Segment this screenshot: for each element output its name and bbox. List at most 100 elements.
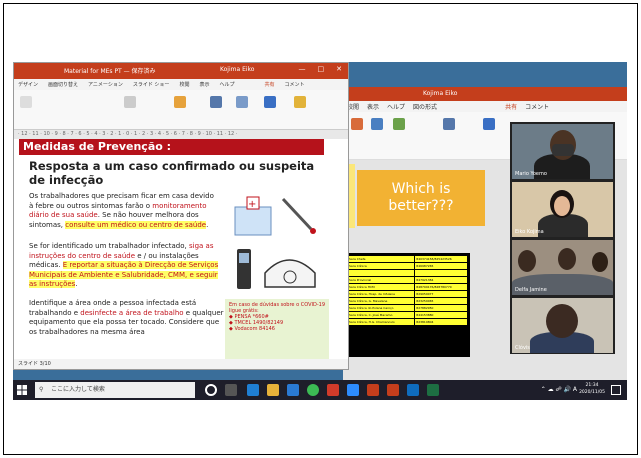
close-icon[interactable]: ✕ [336, 65, 342, 73]
editing-icon[interactable] [236, 96, 248, 108]
participant-face [554, 196, 570, 216]
contact-phone: 829059077 [414, 290, 468, 298]
search-icon[interactable] [443, 118, 455, 130]
contact-name: Sara Clínica HCM [346, 283, 416, 291]
designer-icon[interactable] [294, 96, 306, 108]
status-bar: スライド 3/10 [14, 359, 348, 369]
search-icon: ⚲ [39, 386, 44, 393]
contact-name: Sara Chefe [346, 255, 416, 263]
contact-row: Sara Clínica do Polana Caniço 827882950 [346, 304, 468, 312]
contact-phone: 846987265 [414, 262, 468, 270]
participant-head [546, 304, 578, 338]
ribbon-tabs-back: 校閲 表示 ヘルプ 図の形式 共有 コメント [343, 101, 627, 112]
shapes-icon[interactable] [174, 96, 186, 108]
paragraph-3: Identifique a área onde a pessoa infecta… [29, 299, 224, 336]
tab-design[interactable]: デザイン [18, 81, 38, 88]
bold-icon[interactable] [20, 96, 32, 108]
hotline-title: Em caso de dúvidas sobre o COVID-19 ligu… [229, 302, 325, 314]
new-slide-icon[interactable] [351, 118, 363, 130]
contact-name: Sara Clínica [346, 262, 416, 270]
slide-canvas[interactable]: Medidas de Prevenção : Resposta a um cas… [19, 139, 341, 364]
tab-help[interactable]: ヘルプ [219, 81, 234, 88]
shapes-icon[interactable] [393, 118, 405, 130]
participant-tile[interactable]: Delfa Jamine [512, 240, 613, 295]
task-view-icon[interactable] [225, 384, 237, 396]
maximize-icon[interactable]: □ [318, 65, 325, 73]
participant-tile[interactable]: Mario Yoemo [512, 124, 613, 179]
mask-icon [552, 144, 574, 156]
user-name: Kojima Eiko [220, 66, 255, 73]
participant-head [518, 250, 536, 272]
paragraph-1: Os trabalhadores que precisam ficar em c… [29, 192, 214, 229]
zoom-icon[interactable] [347, 384, 359, 396]
contact-name: Sara Provincial [346, 276, 416, 284]
contact-name: Sara Clínica, Hosp. de Infulene [346, 290, 416, 298]
align-icon[interactable] [124, 96, 136, 108]
powerpoint-window-front[interactable]: Material for MEs PT — 保存済み Kojima Eiko —… [13, 62, 349, 370]
slide-counter: スライド 3/10 [18, 361, 51, 367]
ruler: · 12 · 11 · 10 · 9 · 8 · 7 · 6 · 5 · 4 ·… [14, 130, 348, 139]
participant-name: Mario Yoemo [515, 171, 547, 177]
windows-start-icon[interactable] [17, 385, 27, 395]
minimize-icon[interactable]: — [299, 65, 306, 73]
cortana-icon[interactable] [205, 384, 217, 396]
contact-phone: 848799176/828780770 [414, 283, 468, 291]
share-button-back[interactable]: 共有 [505, 102, 517, 111]
clock-time: 21:34 [585, 383, 599, 388]
telephone-illustration [229, 243, 324, 295]
notification-icon[interactable] [611, 385, 621, 395]
file-explorer-icon[interactable] [267, 384, 279, 396]
tab-animations[interactable]: アニメーション [88, 81, 123, 88]
participant-head [558, 248, 576, 270]
contact-phone: 827882950 [414, 304, 468, 312]
tab-view[interactable]: 表示 [367, 102, 379, 111]
store-icon[interactable] [287, 384, 299, 396]
edge-icon[interactable] [247, 384, 259, 396]
contact-name: Sara Clínica, H.G. Chamanculo [346, 318, 416, 326]
contacts-table: Sara Chefe 840374158/825423526 Sara Clínic… [345, 253, 470, 357]
paragraph-2: Se for identificado um trabalhador infec… [29, 242, 219, 288]
tab-review[interactable]: 校閲 [179, 81, 189, 88]
system-tray[interactable]: ⌃ ☁ ☍ 🔊 A [541, 386, 577, 393]
tab-help[interactable]: ヘルプ [387, 102, 405, 111]
share-button[interactable]: 共有 [264, 81, 274, 88]
contact-name: Sara Clínica do Polana Caniço [346, 304, 416, 312]
hotline-box: Em caso de dúvidas sobre o COVID-19 ligu… [225, 299, 329, 361]
microphone-icon[interactable] [264, 96, 276, 108]
contact-phone: 844153880 [414, 311, 468, 319]
participant-tile[interactable]: Clóvis [512, 298, 613, 353]
comment-button[interactable]: コメント [285, 81, 305, 88]
tab-view[interactable]: 表示 [199, 81, 209, 88]
clock[interactable]: 21:34 2020/11/05 [579, 382, 605, 396]
search-icon[interactable] [210, 96, 222, 108]
contact-phone: 823819804 [414, 318, 468, 326]
participant-tile[interactable]: Eiko Kojima [512, 182, 613, 237]
outlook-icon[interactable] [407, 384, 419, 396]
powerpoint-icon[interactable] [367, 384, 379, 396]
contact-name: Sara Clínica, G. Mavalane [346, 297, 416, 305]
chrome-icon[interactable] [307, 384, 319, 396]
participant-name: Eiko Kojima [515, 229, 544, 235]
tab-transitions[interactable]: 画面切り替え [48, 81, 78, 88]
titlebar-front[interactable]: Material for MEs PT — 保存済み Kojima Eiko —… [14, 63, 348, 79]
hotline-item: ◆ Vodacom 84146 [229, 326, 275, 332]
comment-button-back[interactable]: コメント [525, 102, 549, 111]
taskbar-search[interactable]: ⚲ ここに入力して検索 [35, 382, 195, 398]
contact-row: Sara Clínica, H.G. Chamanculo 823819804 [346, 318, 468, 326]
pdf-icon[interactable] [327, 384, 339, 396]
powerpoint-icon[interactable] [387, 384, 399, 396]
microphone-icon[interactable] [483, 118, 495, 130]
contact-row: Sara Clínica, C. José Macamo 844153880 [346, 311, 468, 319]
layout-icon[interactable] [371, 118, 383, 130]
contact-row: Sara Provincial 847921384 [346, 276, 468, 284]
ime-indicator[interactable]: A [573, 386, 577, 393]
contact-name: Sara Clínica, C. José Macamo [346, 311, 416, 319]
tab-picture-format[interactable]: 図の形式 [413, 102, 437, 111]
tab-slideshow[interactable]: スライド ショー [133, 81, 170, 88]
excel-icon[interactable] [427, 384, 439, 396]
participant-head [592, 252, 608, 272]
contact-row: Sara Clínica, Hosp. de Infulene 829059077 [346, 290, 468, 298]
titlebar-back[interactable]: Kojima Eiko [343, 87, 627, 101]
user-name-back: Kojima Eiko [423, 90, 458, 97]
window-controls: — □ ✕ [299, 65, 343, 73]
